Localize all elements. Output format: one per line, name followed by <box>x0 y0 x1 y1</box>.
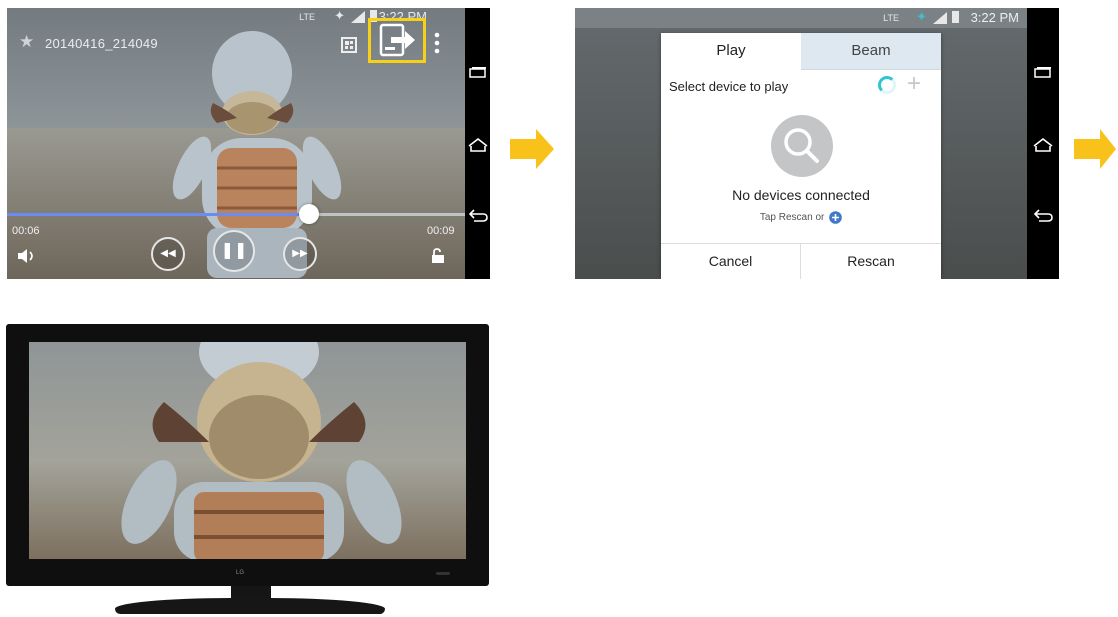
recent-apps-icon[interactable] <box>469 66 487 78</box>
favorite-star-icon[interactable]: ★ <box>19 32 34 52</box>
back-icon[interactable] <box>1033 208 1053 222</box>
total-duration: 00:09 <box>427 225 455 237</box>
volume-icon[interactable] <box>17 248 37 264</box>
power-indicator <box>436 572 450 575</box>
network-type: LTE <box>883 13 899 23</box>
arrow-head <box>536 129 554 169</box>
tv-screen-mirrored-video <box>29 342 466 559</box>
clock: 3:22 PM <box>970 10 1019 25</box>
pause-icon: ❚❚ <box>220 242 248 259</box>
unlock-icon[interactable] <box>431 248 445 264</box>
phone-device-dialog: LTE ✦ 3:22 PM Play Beam Select device to… <box>575 8 1059 279</box>
loading-spinner-icon <box>878 76 896 94</box>
rescan-button[interactable]: Rescan <box>801 243 941 279</box>
toy-duck-figure <box>121 342 402 559</box>
dialog-heading: Select device to play <box>669 79 789 94</box>
share-screen-icon[interactable] <box>379 23 417 57</box>
search-icon <box>771 115 833 177</box>
device-picker-dialog: Play Beam Select device to play + No dev… <box>661 33 941 279</box>
tab-beam[interactable]: Beam <box>801 33 941 70</box>
home-icon[interactable] <box>468 138 488 152</box>
empty-state-hint-text: Tap Rescan or <box>759 212 825 224</box>
wifi-icon: ✦ <box>916 9 927 24</box>
phone-video-player: LTE ✦ 3:22 PM ★ 20140416_214049 00:06 00… <box>7 8 490 279</box>
empty-state-hint: Tap Rescan or <box>661 211 941 224</box>
empty-state-title: No devices connected <box>732 187 870 203</box>
status-bar: LTE ✦ 3:22 PM <box>575 8 1027 28</box>
fast-forward-button[interactable]: ▶▶ <box>283 237 317 271</box>
video-title: 20140416_214049 <box>45 36 158 51</box>
tab-play[interactable]: Play <box>661 33 801 69</box>
wifi-icon: ✦ <box>334 8 345 23</box>
rewind-icon: ◀◀ <box>160 248 176 259</box>
add-circle-icon[interactable] <box>829 211 842 224</box>
progress-fill <box>7 213 310 216</box>
battery-icon <box>952 11 959 23</box>
arrow-shaft <box>510 139 536 159</box>
tv-stand-base <box>115 598 385 614</box>
arrow-head <box>1100 129 1116 169</box>
pause-button[interactable]: ❚❚ <box>213 230 255 272</box>
network-type: LTE <box>299 12 315 22</box>
tv-stand-neck <box>231 586 271 598</box>
elapsed-time: 00:06 <box>12 225 40 237</box>
cancel-button[interactable]: Cancel <box>661 243 801 279</box>
signal-icon <box>933 12 947 24</box>
navigation-bar <box>465 8 490 279</box>
toy-duck-figure <box>172 31 342 278</box>
dimmed-video-background: LTE ✦ 3:22 PM Play Beam Select device to… <box>575 8 1027 279</box>
video-frame[interactable]: LTE ✦ 3:22 PM ★ 20140416_214049 00:06 00… <box>7 8 465 279</box>
home-icon[interactable] <box>1033 138 1053 152</box>
back-icon[interactable] <box>468 208 488 222</box>
tv-set: LG <box>6 324 489 586</box>
navigation-bar <box>1027 8 1059 279</box>
tv-brand-logo: LG <box>236 570 245 576</box>
recent-apps-icon[interactable] <box>1034 66 1052 78</box>
add-device-icon[interactable]: + <box>907 70 921 98</box>
qslide-icon[interactable] <box>341 37 357 53</box>
arrow-shaft <box>1074 139 1100 159</box>
fast-forward-icon: ▶▶ <box>292 248 308 259</box>
rewind-button[interactable]: ◀◀ <box>151 237 185 271</box>
overflow-menu-icon[interactable] <box>433 32 441 54</box>
signal-icon <box>351 11 365 23</box>
